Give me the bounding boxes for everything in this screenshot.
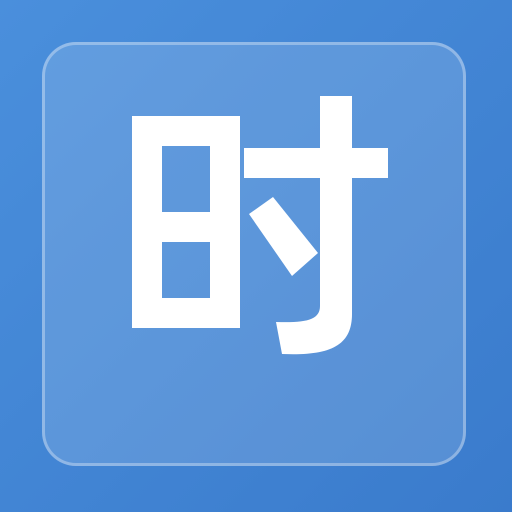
shi-glyph-strokes: [132, 96, 388, 355]
cun-horizontal-stroke: [244, 148, 388, 178]
cun-dot-stroke: [249, 197, 318, 276]
radical-right-stroke: [210, 116, 240, 328]
app-icon: 时: [0, 0, 512, 512]
character-glyph: 时: [132, 96, 388, 355]
